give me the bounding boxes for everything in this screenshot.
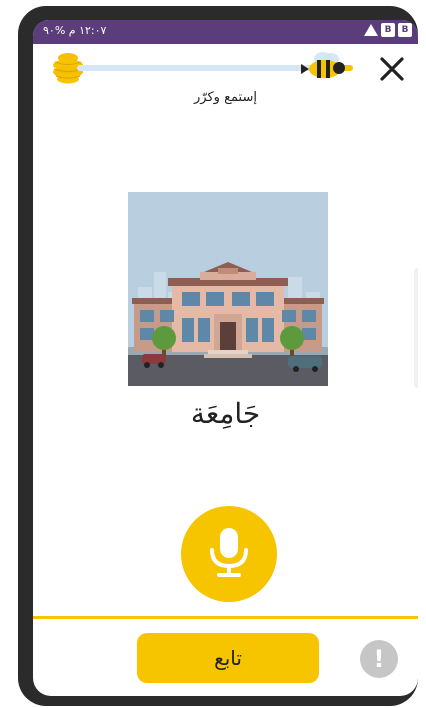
microphone-icon [210,528,248,577]
side-handle [414,268,418,388]
status-text: ١٢:٠٧ م %٩٠ [43,24,107,37]
record-button[interactable] [181,506,277,602]
alert-icon [364,24,378,36]
word-illustration [128,192,328,386]
status-bar: ١٢:٠٧ م %٩٠ B B [33,20,418,44]
status-icons: B B [364,23,412,37]
footer-divider [33,616,418,619]
notification-icon: B [398,23,412,37]
close-icon[interactable] [377,54,407,84]
instruction-text: إستمع وكرّر [194,90,257,105]
bee-icon [301,52,345,78]
notification-icon: B [381,23,395,37]
target-word: جَامِعَة [190,397,261,430]
continue-button[interactable]: تابع [137,633,319,683]
report-icon[interactable]: ! [360,640,398,678]
app-screen: ١٢:٠٧ م %٩٠ B B إستمع وكرّر جَامِعَة تاب… [33,20,418,696]
